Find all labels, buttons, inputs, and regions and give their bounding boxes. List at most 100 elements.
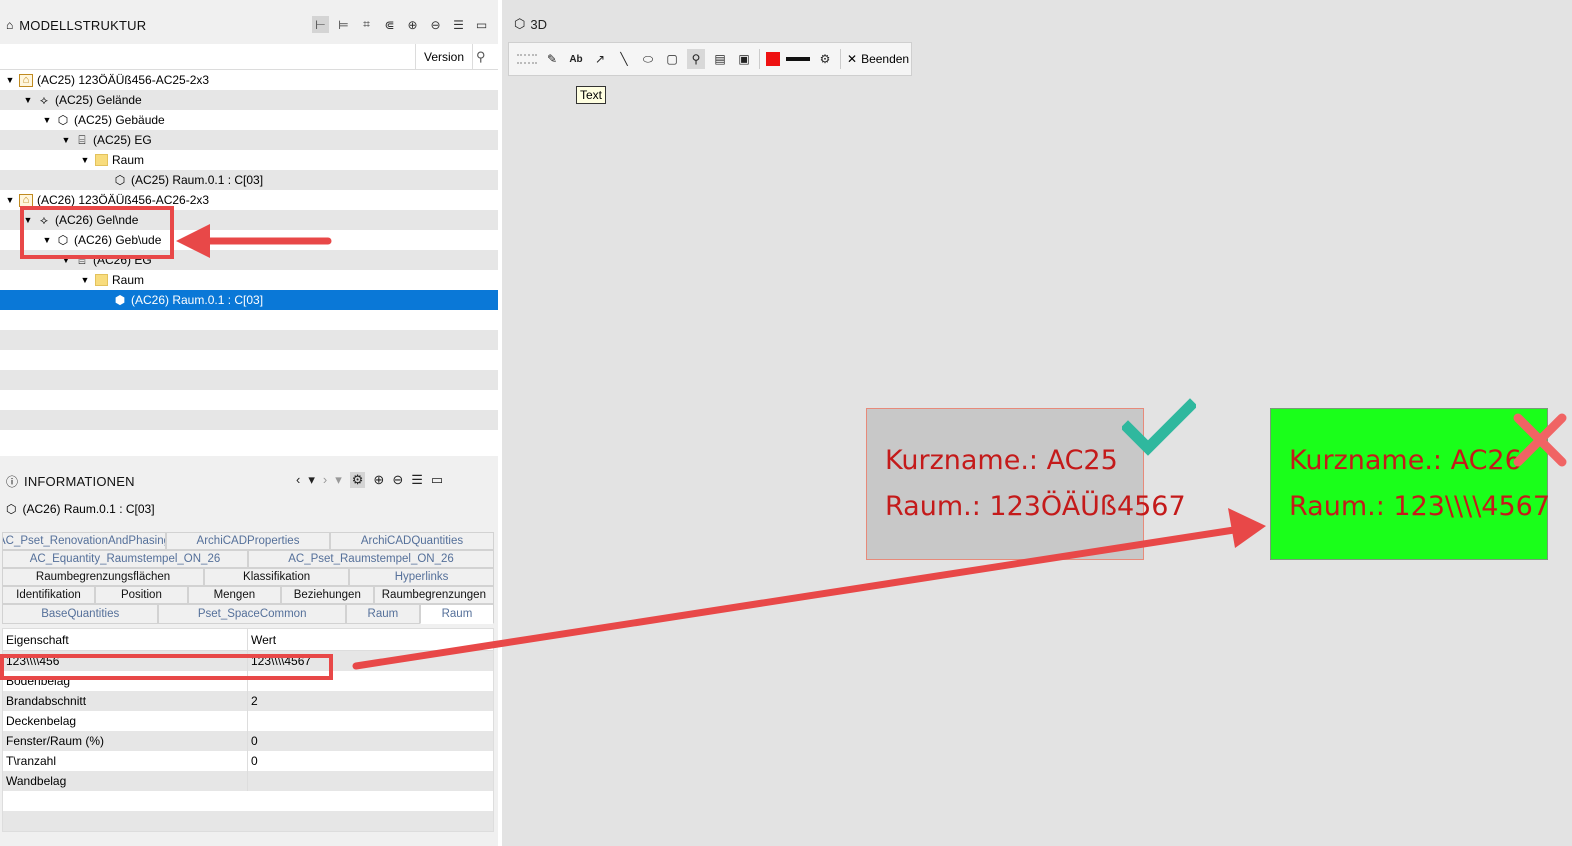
- tree-empty-row: [0, 330, 498, 350]
- space-cube-icon: ⬡: [6, 502, 17, 516]
- table-row[interactable]: Wandbelag: [3, 771, 493, 791]
- tree-row-label: (AC25) Gelände: [55, 93, 142, 107]
- panel-title-model-structure: MODELLSTRUKTUR: [19, 17, 147, 33]
- remove-model-icon[interactable]: ⊖: [427, 16, 444, 33]
- line-width-picker[interactable]: [786, 57, 810, 61]
- note-tool-icon[interactable]: ▤: [711, 49, 729, 69]
- tree-row-label: (AC25) Gebäude: [74, 113, 165, 127]
- model-list-icon[interactable]: ☰: [450, 16, 467, 33]
- panel-title-information: INFORMATIONEN: [24, 473, 135, 489]
- collapse-icon[interactable]: ▼: [22, 95, 34, 105]
- tab-klassifikation[interactable]: Klassifikation: [204, 568, 350, 586]
- 3d-view-panel[interactable]: ⬡ 3D ✎ Ab ↗ ╲ ⬭ ▢ ⚲ ▤ ▣ ⚙ ✕ Beenden Text…: [498, 0, 1572, 846]
- tab-raum-active[interactable]: Raum: [419, 604, 494, 624]
- arrow-tool-icon[interactable]: ↗: [591, 49, 609, 69]
- settings-gear-icon[interactable]: ⚙: [816, 49, 834, 69]
- rectangle-tool-icon[interactable]: ▢: [663, 49, 681, 69]
- tab-row: AC_Equantity_Raumstempel_ON_26 AC_Pset_R…: [2, 550, 494, 568]
- column-wert[interactable]: Wert: [248, 629, 493, 650]
- table-row[interactable]: Fenster/Raum (%) 0: [3, 731, 493, 751]
- tab-hyperlinks[interactable]: Hyperlinks: [349, 568, 494, 586]
- line-tool-icon[interactable]: ╲: [615, 49, 633, 69]
- tab-row: Identifikation Position Mengen Beziehung…: [2, 586, 494, 604]
- collapse-icon[interactable]: ▼: [41, 115, 53, 125]
- tab-raum[interactable]: Raum: [345, 604, 420, 624]
- collapse-icon[interactable]: ▼: [4, 195, 16, 205]
- property-sets-icon[interactable]: ⚙: [349, 472, 366, 488]
- tab-ac-pset-raumstempel[interactable]: AC_Pset_Raumstempel_ON_26: [248, 550, 494, 568]
- tab-raumbegrenzungsflaechen[interactable]: Raumbegrenzungsflächen: [2, 568, 205, 586]
- collapse-icon[interactable]: ▼: [79, 275, 91, 285]
- tree-row-site-ac25[interactable]: ▼ ⟡ (AC25) Gelände: [0, 90, 498, 110]
- back-icon[interactable]: ‹: [296, 472, 300, 488]
- tab-archicad-quantities[interactable]: ArchiCADQuantities: [330, 532, 494, 550]
- tree-row-storey-ac25[interactable]: ▼ ⌸ (AC25) EG: [0, 130, 498, 150]
- window-maximize-icon[interactable]: ▭: [431, 472, 443, 488]
- collapse-icon[interactable]: ▼: [79, 155, 91, 165]
- tree-row-space-ac25[interactable]: ⬡ (AC25) Raum.0.1 : C[03]: [0, 170, 498, 190]
- tab-ac-equantity-raumstempel[interactable]: AC_Equantity_Raumstempel_ON_26: [2, 550, 248, 568]
- pencil-icon[interactable]: ✎: [543, 49, 561, 69]
- remove-icon[interactable]: ⊖: [392, 472, 403, 488]
- filter-tree-icon[interactable]: ⋐: [381, 16, 398, 33]
- tree-row-space-ac26-selected[interactable]: ⬢ (AC26) Raum.0.1 : C[03]: [0, 290, 498, 310]
- info-icon: ⓘ: [6, 474, 19, 489]
- table-row[interactable]: Brandabschnitt 2: [3, 691, 493, 711]
- tab-raumbegrenzungen[interactable]: Raumbegrenzungen: [373, 586, 494, 604]
- stamp-tool-icon[interactable]: ⚲: [687, 49, 705, 69]
- text-tool-button[interactable]: Ab: [567, 49, 585, 69]
- space-label-ac25[interactable]: Kurzname.: AC25 Raum.: 123ÖÄÜß4567: [866, 408, 1186, 560]
- version-column[interactable]: Version: [415, 44, 473, 70]
- property-value: [248, 771, 493, 791]
- tree-row-raum-folder-ac25[interactable]: ▼ Raum: [0, 150, 498, 170]
- selected-element-label: (AC26) Raum.0.1 : C[03]: [22, 502, 155, 516]
- tab-archicad-properties[interactable]: ArchiCADProperties: [166, 532, 330, 550]
- ellipse-tool-icon[interactable]: ⬭: [639, 49, 657, 69]
- folder-icon: [93, 153, 109, 167]
- color-picker-swatch[interactable]: [766, 52, 780, 66]
- collapse-icon[interactable]: ▼: [60, 135, 72, 145]
- tab-mengen[interactable]: Mengen: [187, 586, 281, 604]
- hierarchy-view-icon[interactable]: ⊢: [312, 16, 329, 33]
- model-structure-icon: ⌂: [6, 18, 14, 32]
- tab-ac-pset-renovation[interactable]: AC_Pset_RenovationAndPhasing: [2, 532, 166, 550]
- tab-beziehungen[interactable]: Beziehungen: [280, 586, 374, 604]
- link-icon[interactable]: ⚲: [476, 49, 486, 65]
- add-model-icon[interactable]: ⊕: [404, 16, 421, 33]
- tooltip: Text: [576, 86, 607, 104]
- expand-tree-icon[interactable]: ⊨: [335, 16, 352, 33]
- dropdown-icon[interactable]: ▾: [308, 472, 315, 488]
- end-markup-label: Beenden: [861, 52, 910, 66]
- 3d-view-label: 3D: [530, 16, 547, 32]
- image-tool-icon[interactable]: ▣: [735, 49, 753, 69]
- toolbar-grip-icon[interactable]: [517, 54, 537, 64]
- tree-row-raum-folder-ac26[interactable]: ▼ Raum: [0, 270, 498, 290]
- list-icon[interactable]: ☰: [411, 472, 423, 488]
- 3d-view-title: ⬡ 3D: [514, 16, 547, 32]
- dropdown-icon[interactable]: ▾: [335, 472, 342, 488]
- tree-empty-row: [0, 370, 498, 390]
- table-row[interactable]: Deckenbelag: [3, 711, 493, 731]
- tree-row-project-ac25[interactable]: ▼ ⌂ (AC25) 123ÖÄÜß456-AC25-2x3: [0, 70, 498, 90]
- space-label-ac26[interactable]: Kurzname.: AC26 Raum.: 123\\\\4567: [1270, 408, 1550, 560]
- forward-icon[interactable]: ›: [323, 472, 327, 488]
- tab-base-quantities[interactable]: BaseQuantities: [2, 604, 159, 624]
- table-empty-row: [3, 811, 493, 831]
- tree-empty-row: [0, 430, 498, 450]
- table-row[interactable]: T\ranzahl 0: [3, 751, 493, 771]
- space-cube-icon: ⬢: [114, 293, 126, 307]
- tree-row-building-ac25[interactable]: ▼ ⬡ (AC25) Gebäude: [0, 110, 498, 130]
- storey-icon: ⌸: [78, 132, 86, 147]
- property-name: Fenster/Raum (%): [3, 731, 248, 751]
- window-maximize-icon[interactable]: ▭: [473, 16, 490, 33]
- left-panels: ⌂ MODELLSTRUKTUR ⊢ ⊨ ⌗ ⋐ ⊕ ⊖ ☰ ▭ Version…: [0, 0, 498, 846]
- tab-position[interactable]: Position: [94, 586, 188, 604]
- column-eigenschaft[interactable]: Eigenschaft: [3, 629, 248, 650]
- tab-pset-space-common[interactable]: Pset_SpaceCommon: [158, 604, 346, 624]
- end-markup-button[interactable]: ✕ Beenden: [847, 52, 909, 66]
- collapse-icon[interactable]: ▼: [4, 75, 16, 85]
- add-icon[interactable]: ⊕: [373, 472, 384, 488]
- grid-structure-icon[interactable]: ⌗: [358, 16, 375, 33]
- tab-identifikation[interactable]: Identifikation: [2, 586, 95, 604]
- property-name: Wandbelag: [3, 771, 248, 791]
